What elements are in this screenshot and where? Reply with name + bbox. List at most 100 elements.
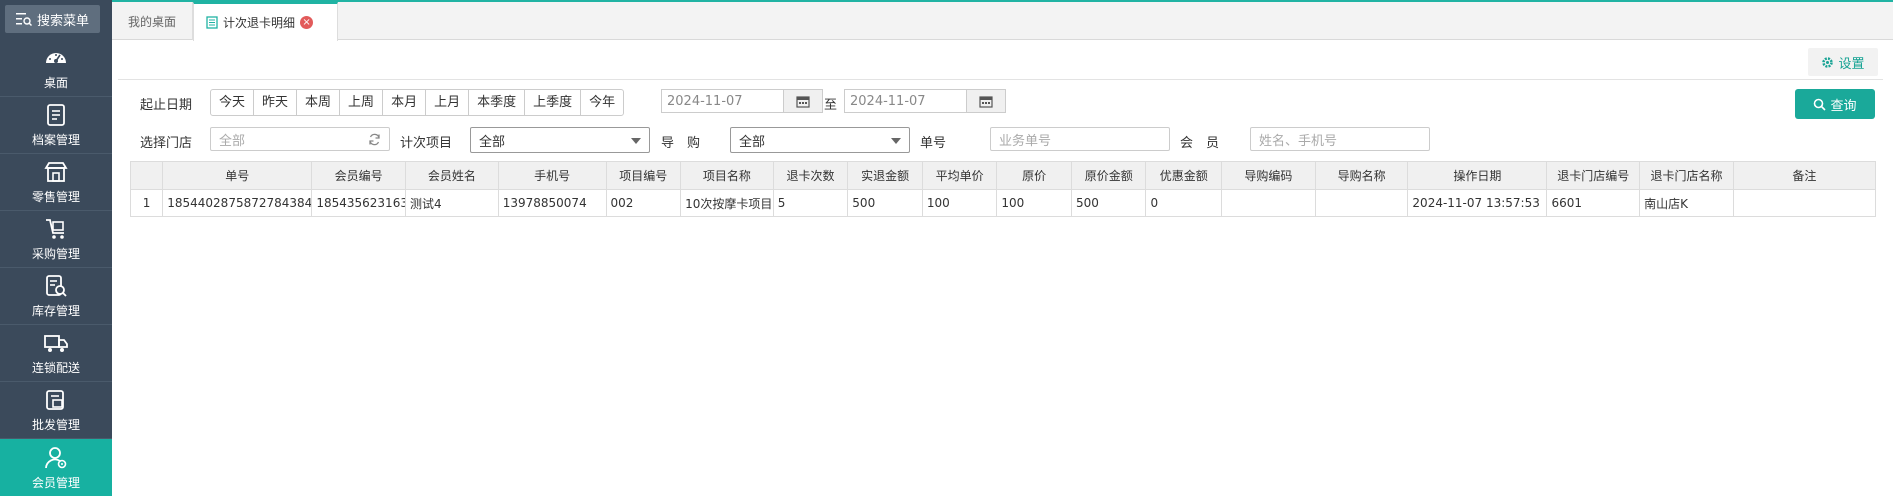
quick-range-group: 今天 昨天 本周 上周 本月 上月 本季度 上季度 今年 [210, 89, 625, 116]
sidebar-item-distribution[interactable]: 连锁配送 [0, 325, 112, 382]
column-header-avg-price[interactable]: 平均单价 [921, 161, 998, 190]
table-cell: 002 [605, 189, 682, 217]
to-label: 至 [824, 98, 838, 113]
column-header-project-id[interactable]: 项目编号 [605, 161, 682, 190]
table-cell: 500 [1070, 189, 1147, 217]
table-cell: 1854402875872784384 [162, 189, 313, 217]
calendar-icon[interactable] [783, 90, 822, 112]
table-cell [1221, 189, 1316, 217]
project-label: 计次项目 [400, 136, 453, 151]
start-date-value: 2024-11-07 [667, 93, 743, 109]
store-select[interactable]: 全部 [210, 127, 390, 151]
sidebar: 搜索菜单 桌面 档案管理 零售管理 采购管理 库存管理 连锁配送 批发管理 会员… [0, 0, 112, 496]
table-cell: 1854356231637 [311, 189, 407, 217]
column-header-refund-count[interactable]: 退卡次数 [772, 161, 849, 190]
sidebar-item-label: 会员管理 [31, 475, 80, 490]
quick-range-this-year[interactable]: 今年 [581, 90, 623, 115]
close-icon[interactable]: × [300, 16, 314, 29]
end-date-field[interactable]: 2024-11-07 [844, 89, 1006, 113]
table-cell: 6601 [1546, 189, 1641, 217]
menu-search-icon [15, 13, 32, 26]
store-label: 选择门店 [140, 136, 193, 151]
tab-my-desktop[interactable]: 我的桌面 [112, 2, 193, 40]
column-header-phone[interactable]: 手机号 [497, 161, 607, 190]
column-header-member-name[interactable]: 会员姓名 [405, 161, 499, 190]
sidebar-item-inventory[interactable]: 库存管理 [0, 268, 112, 325]
quick-range-last-quarter[interactable]: 上季度 [525, 90, 582, 115]
table-cell: 500 [847, 189, 923, 217]
quick-range-last-month[interactable]: 上月 [426, 90, 470, 115]
order-number-input[interactable]: 业务单号 [990, 127, 1170, 151]
sidebar-item-archive[interactable]: 档案管理 [0, 97, 112, 154]
document-icon [206, 16, 218, 29]
column-header-store-id[interactable]: 退卡门店编号 [1546, 161, 1641, 190]
query-button[interactable]: 查询 [1795, 89, 1875, 119]
gear-icon [1822, 56, 1834, 68]
sidebar-item-label: 采购管理 [31, 247, 80, 261]
column-header-order-no[interactable]: 单号 [162, 161, 313, 190]
tab-label: 计次退卡明细 [223, 16, 296, 30]
quick-range-this-quarter[interactable]: 本季度 [469, 90, 526, 115]
quick-range-last-week[interactable]: 上周 [340, 90, 384, 115]
chevron-down-icon [631, 138, 641, 144]
menu-search-button[interactable]: 搜索菜单 [5, 5, 100, 33]
inventory-icon [46, 275, 67, 297]
refresh-icon[interactable] [368, 133, 381, 146]
sidebar-item-label: 库存管理 [31, 304, 80, 318]
sidebar-item-label: 档案管理 [31, 133, 80, 147]
sidebar-item-retail[interactable]: 零售管理 [0, 154, 112, 211]
project-select[interactable]: 全部 [470, 127, 650, 153]
dashboard-icon [46, 53, 66, 63]
quick-range-today[interactable]: 今天 [211, 90, 255, 115]
quick-range-this-month[interactable]: 本月 [383, 90, 427, 115]
column-header-op-date[interactable]: 操作日期 [1407, 161, 1548, 190]
quick-range-yesterday[interactable]: 昨天 [254, 90, 298, 115]
column-header-original-amount[interactable]: 原价金额 [1070, 161, 1147, 190]
member-input[interactable]: 姓名、手机号 [1250, 127, 1430, 151]
column-header-original-price[interactable]: 原价 [996, 161, 1072, 190]
table-cell: 南山店K [1639, 189, 1734, 217]
sidebar-item-desktop[interactable]: 桌面 [0, 40, 112, 97]
column-header-store-name[interactable]: 退卡门店名称 [1639, 161, 1734, 190]
table-cell: 0 [1145, 189, 1223, 217]
tab-label: 我的桌面 [127, 14, 176, 29]
table-cell: 100 [996, 189, 1072, 217]
table-cell [1314, 189, 1409, 217]
tab-count-refund-detail[interactable]: 计次退卡明细 × [193, 2, 338, 41]
sidebar-item-purchase[interactable]: 采购管理 [0, 211, 112, 268]
archive-icon [47, 104, 65, 126]
guide-value: 全部 [739, 134, 766, 150]
cart-icon [46, 219, 64, 239]
guide-select[interactable]: 全部 [730, 127, 910, 153]
quick-range-this-week[interactable]: 本周 [297, 90, 341, 115]
store-icon [44, 162, 68, 182]
table-cell [1732, 189, 1877, 217]
store-placeholder: 全部 [219, 133, 246, 149]
column-header-refund-amount[interactable]: 实退金额 [847, 161, 923, 190]
menu-search-label: 搜索菜单 [36, 13, 89, 29]
column-header-rownum [129, 161, 164, 190]
sidebar-item-member[interactable]: 会员管理 [0, 439, 112, 496]
settings-button[interactable]: 设置 [1808, 48, 1878, 76]
tab-bar: 我的桌面 计次退卡明细 × [112, 2, 1893, 41]
table-row[interactable]: 1 1854402875872784384 1854356231637 测试4 … [129, 189, 1877, 217]
date-range-label: 起止日期 [140, 98, 193, 113]
sidebar-item-wholesale[interactable]: 批发管理 [0, 382, 112, 439]
member-icon [45, 446, 67, 468]
column-header-discount[interactable]: 优惠金额 [1145, 161, 1223, 190]
table-cell: 测试4 [405, 189, 499, 217]
sidebar-item-label: 批发管理 [31, 418, 80, 432]
end-date-value: 2024-11-07 [850, 93, 926, 109]
column-header-guide-name[interactable]: 导购名称 [1314, 161, 1409, 190]
calendar-icon[interactable] [966, 90, 1005, 112]
chevron-down-icon [891, 138, 901, 144]
member-label: 会 员 [1180, 136, 1220, 151]
table-cell: 13978850074 [497, 189, 607, 217]
column-header-member-id[interactable]: 会员编号 [311, 161, 407, 190]
table-cell: 1 [129, 189, 164, 217]
column-header-project-name[interactable]: 项目名称 [680, 161, 774, 190]
wholesale-icon [46, 390, 64, 410]
start-date-field[interactable]: 2024-11-07 [661, 89, 823, 113]
column-header-guide-code[interactable]: 导购编码 [1221, 161, 1316, 190]
column-header-remark[interactable]: 备注 [1732, 161, 1877, 190]
